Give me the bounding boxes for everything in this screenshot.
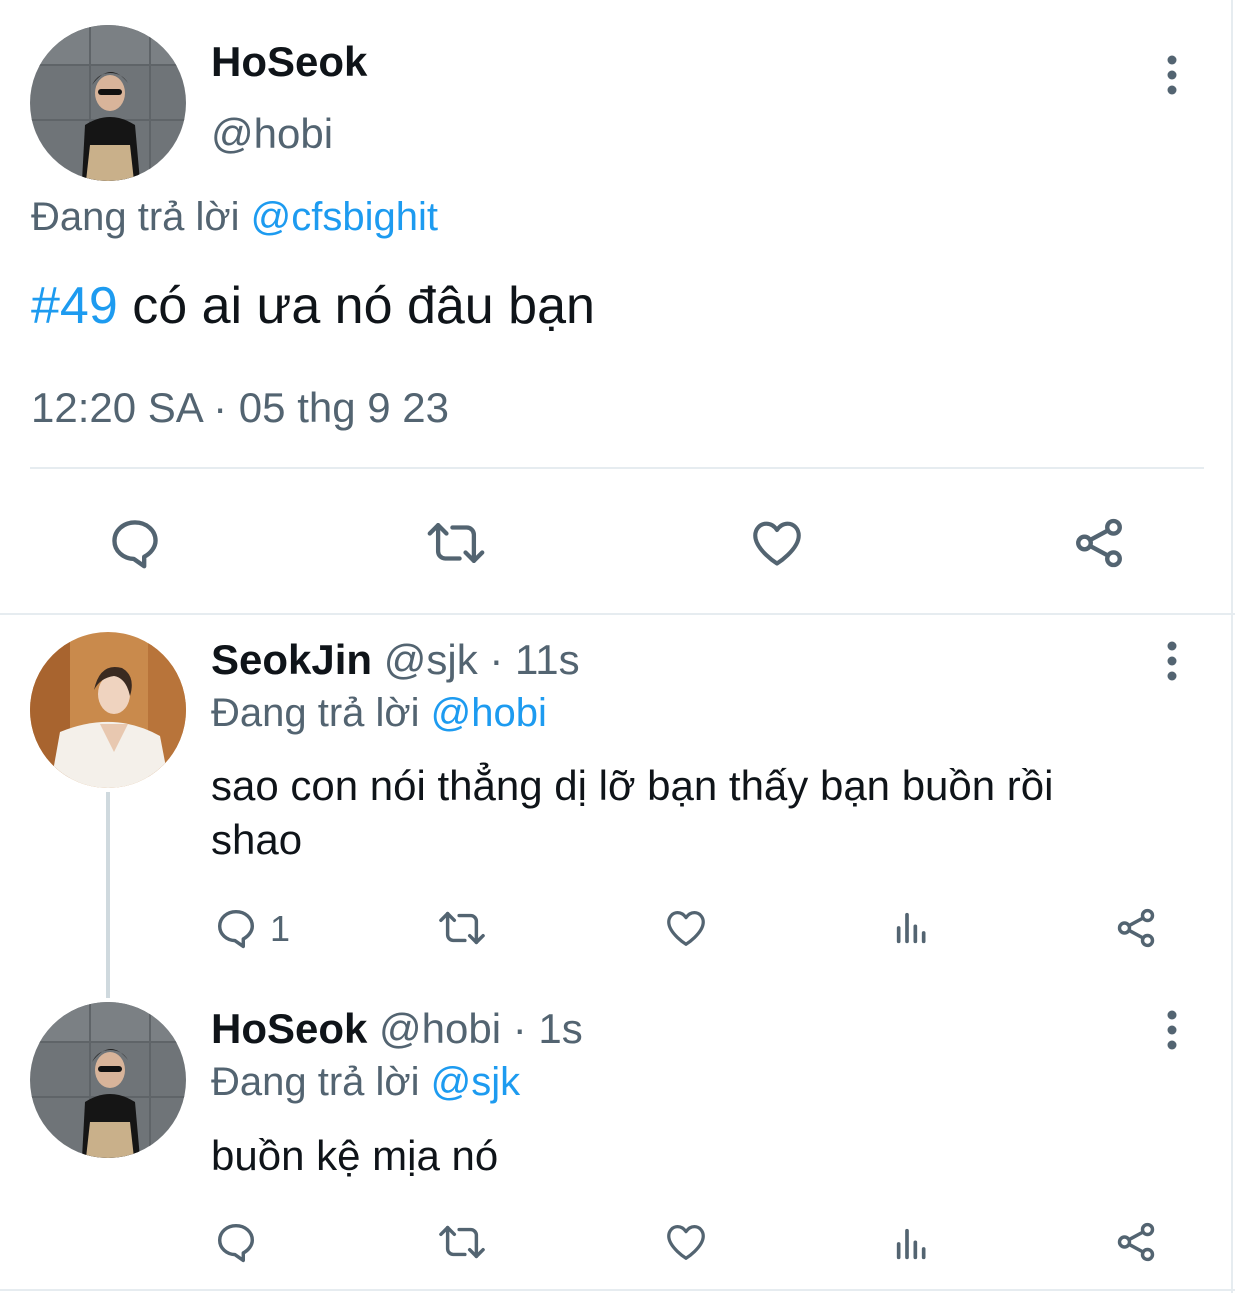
- reply-text-line2: shao: [211, 816, 303, 863]
- hashtag-link[interactable]: #49: [31, 277, 118, 335]
- thread-line: [106, 792, 110, 998]
- reply-time[interactable]: · 1s: [513, 1005, 583, 1052]
- avatar-seokjin[interactable]: [30, 632, 186, 788]
- divider: [30, 467, 1204, 469]
- tweet-timestamp[interactable]: 12:20 SA · 05 thg 9 23: [31, 384, 449, 432]
- bottom-divider: [0, 1289, 1235, 1291]
- reply-header: SeokJin @sjk · 11s: [211, 636, 580, 684]
- replying-prefix: Đang trả lời: [211, 1060, 420, 1104]
- avatar-hoseok[interactable]: [30, 1002, 186, 1158]
- reply-header: HoSeok @hobi · 1s: [211, 1005, 583, 1053]
- display-name[interactable]: SeokJin: [211, 636, 372, 683]
- reply-icon[interactable]: [212, 904, 260, 952]
- reply-count: 1: [270, 908, 291, 949]
- heart-icon[interactable]: [662, 904, 710, 952]
- analytics-icon[interactable]: [888, 904, 936, 952]
- more-vertical-icon[interactable]: [1152, 52, 1192, 98]
- retweet-icon[interactable]: [424, 512, 488, 574]
- retweet-icon[interactable]: [436, 1218, 488, 1266]
- replying-to-link[interactable]: @hobi: [431, 691, 547, 735]
- replying-to-line: Đang trả lời @sjk: [211, 1060, 520, 1105]
- right-edge-border: [1231, 0, 1233, 1293]
- replying-to-link[interactable]: @sjk: [431, 1060, 521, 1104]
- display-name[interactable]: HoSeok: [211, 38, 367, 86]
- reply-icon[interactable]: [104, 512, 166, 574]
- section-divider: [0, 613, 1235, 615]
- reply-icon[interactable]: [212, 1218, 260, 1266]
- replying-prefix: Đang trả lời: [211, 691, 420, 735]
- reply-time[interactable]: · 11s: [489, 636, 579, 683]
- heart-icon[interactable]: [662, 1218, 710, 1266]
- share-icon[interactable]: [1068, 512, 1130, 574]
- user-handle[interactable]: @hobi: [211, 110, 333, 158]
- replying-prefix: Đang trả lời: [31, 195, 240, 239]
- analytics-icon[interactable]: [888, 1220, 936, 1268]
- user-handle[interactable]: @sjk: [384, 636, 478, 683]
- heart-icon[interactable]: [746, 512, 808, 574]
- retweet-icon[interactable]: [436, 904, 488, 952]
- replying-to-line: Đang trả lời @cfsbighit: [31, 195, 438, 240]
- replying-to-link[interactable]: @cfsbighit: [251, 195, 438, 239]
- reply-text-line1: buồn kệ mịa nó: [211, 1132, 499, 1179]
- display-name[interactable]: HoSeok: [211, 1005, 367, 1052]
- replying-to-line: Đang trả lời @hobi: [211, 691, 547, 736]
- share-icon[interactable]: [1112, 904, 1160, 952]
- tweet-text: #49 có ai ưa nó đâu bạn: [31, 276, 595, 336]
- reply-text-line1: sao con nói thẳng dị lỡ bạn thấy bạn buồ…: [211, 762, 1054, 809]
- more-vertical-icon[interactable]: [1152, 638, 1192, 684]
- share-icon[interactable]: [1112, 1218, 1160, 1266]
- avatar-hoseok-main[interactable]: [30, 25, 186, 181]
- user-handle[interactable]: @hobi: [379, 1005, 501, 1052]
- tweet-body: có ai ưa nó đâu bạn: [132, 277, 595, 335]
- more-vertical-icon[interactable]: [1152, 1007, 1192, 1053]
